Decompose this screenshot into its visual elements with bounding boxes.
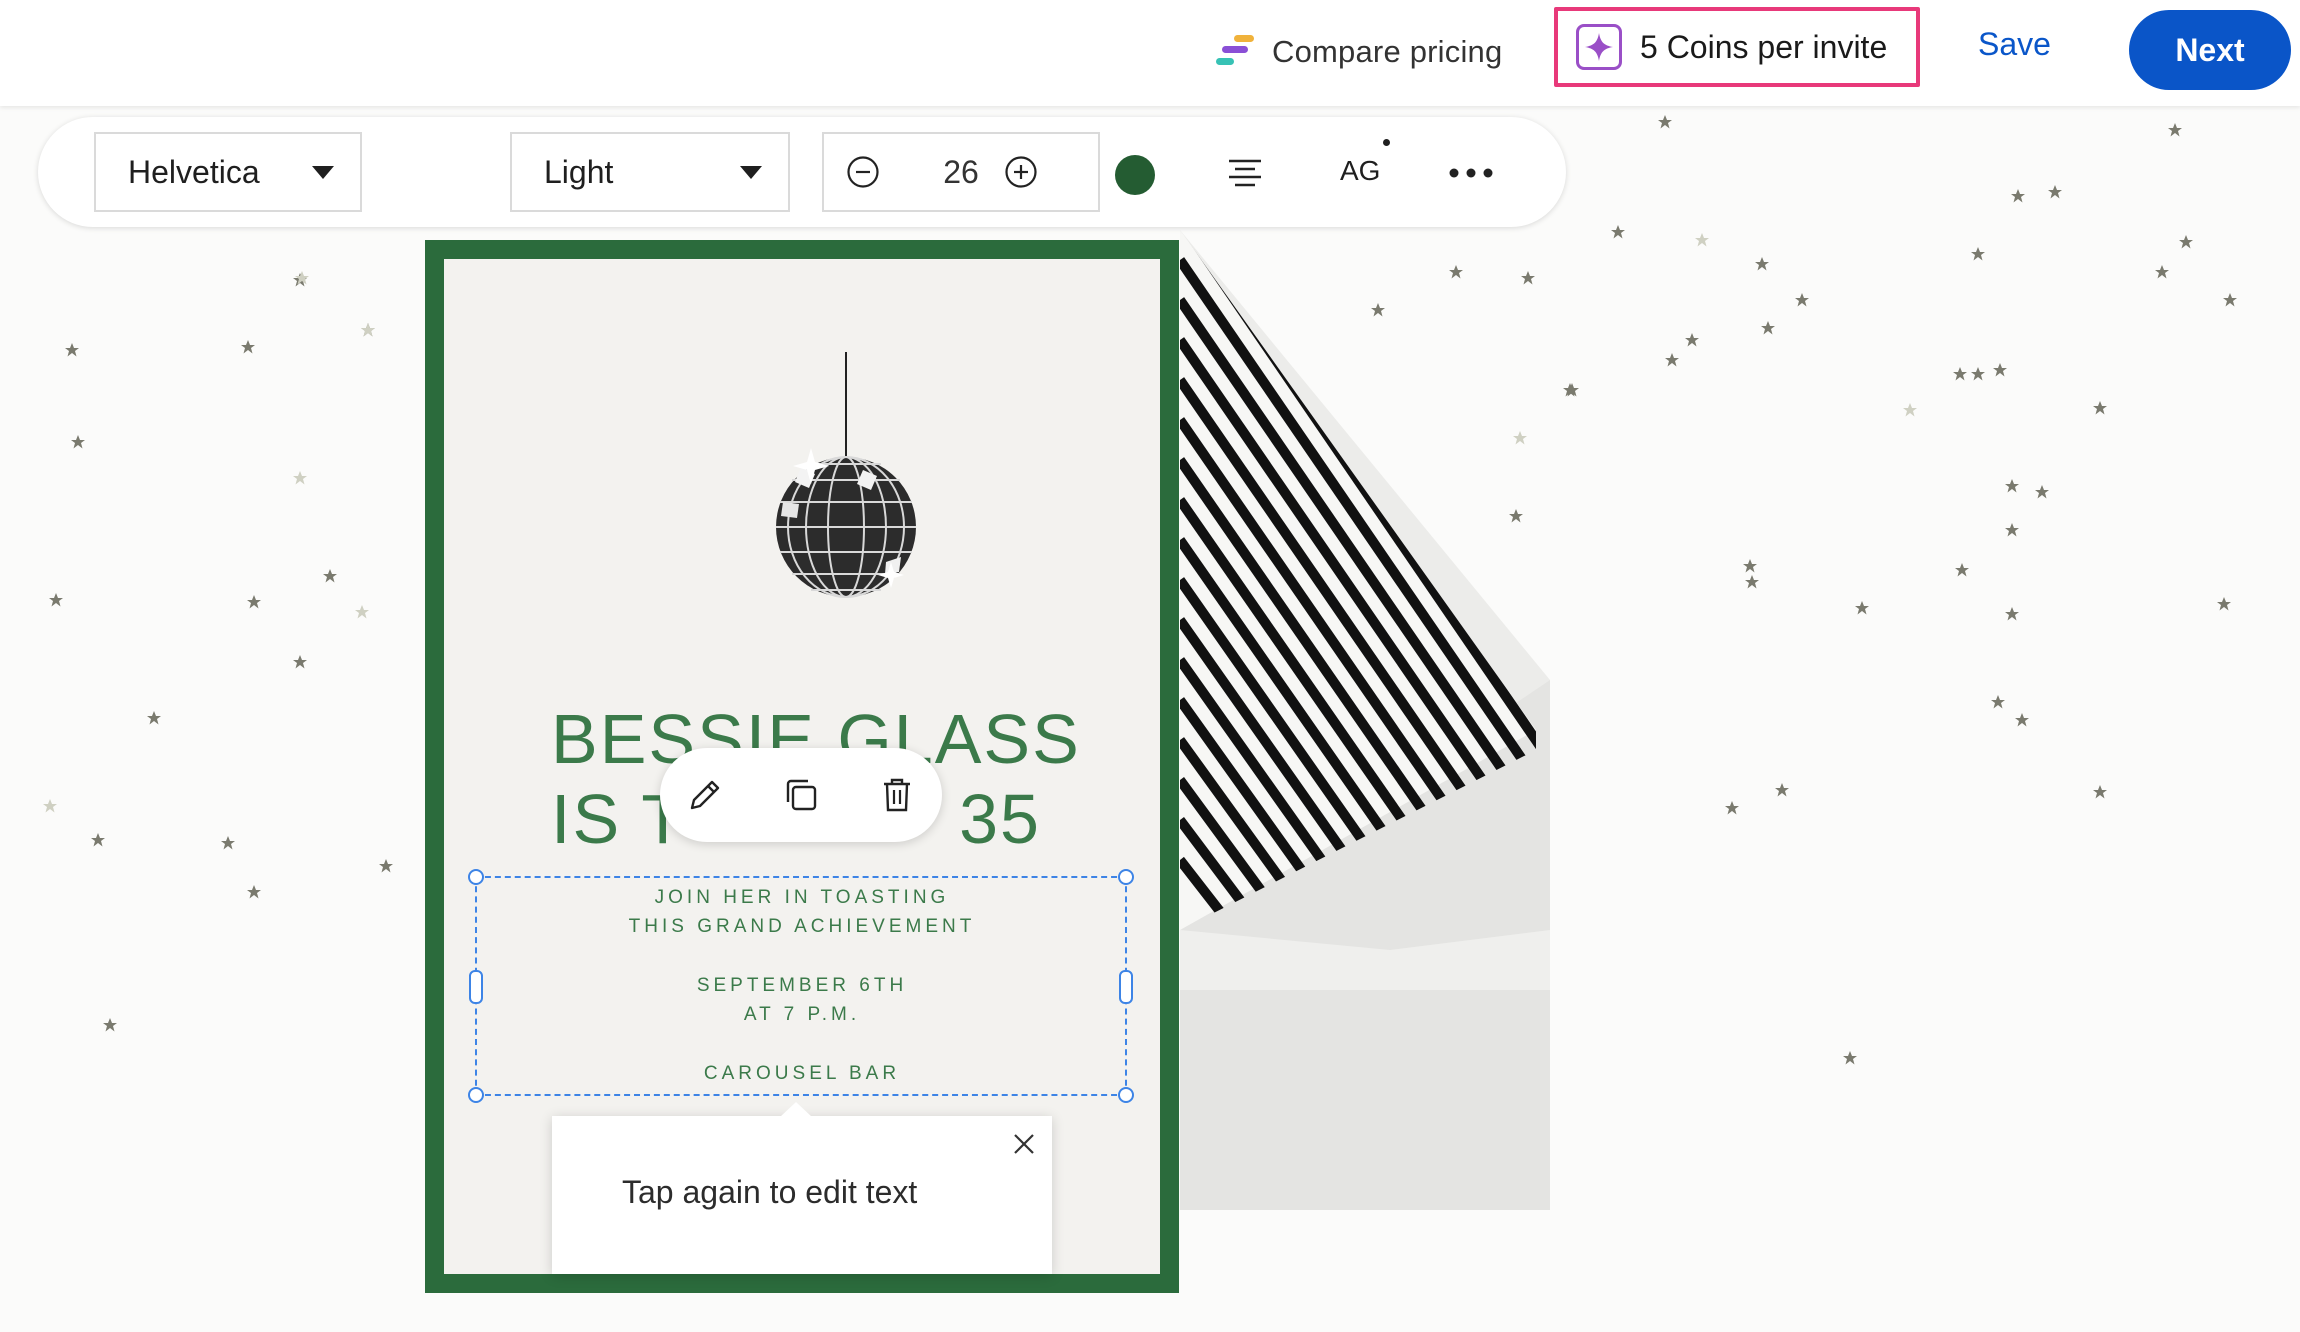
trash-delete-icon[interactable]	[876, 774, 918, 816]
top-header: Compare pricing 5 Coins per invite Save …	[0, 0, 2300, 106]
compare-pricing-link[interactable]: Compare pricing	[1212, 28, 1502, 76]
save-button[interactable]: Save	[1978, 26, 2051, 63]
resize-handle-bottom-right[interactable]	[1118, 1087, 1134, 1103]
plus-circle-icon[interactable]	[1004, 155, 1038, 189]
compare-pricing-label: Compare pricing	[1272, 34, 1503, 69]
resize-handle-left[interactable]	[469, 970, 483, 1004]
tooltip-arrow	[780, 1102, 812, 1117]
coins-per-invite-badge[interactable]: 5 Coins per invite	[1554, 7, 1920, 87]
text-selection-box[interactable]	[468, 869, 1134, 1103]
more-options-icon[interactable]	[1448, 167, 1494, 179]
font-family-value: Helvetica	[128, 153, 260, 190]
align-center-icon[interactable]	[1227, 157, 1263, 189]
font-weight-value: Light	[544, 153, 614, 190]
close-icon[interactable]	[1010, 1130, 1038, 1158]
font-weight-select[interactable]: Light	[510, 132, 790, 212]
resize-handle-top-right[interactable]	[1118, 869, 1134, 885]
disco-ball-icon	[776, 352, 916, 598]
pencil-edit-icon[interactable]	[684, 774, 726, 816]
chevron-down-icon	[740, 166, 762, 179]
pricing-bars-icon	[1216, 35, 1254, 65]
resize-handle-top-left[interactable]	[468, 869, 484, 885]
resize-handle-bottom-left[interactable]	[468, 1087, 484, 1103]
resize-handle-right[interactable]	[1119, 970, 1133, 1004]
text-case-button[interactable]: AG	[1340, 155, 1380, 187]
font-size-value[interactable]: 26	[824, 154, 1098, 191]
edit-hint-tooltip: Tap again to edit text	[552, 1102, 1052, 1274]
sparkle-icon	[1576, 24, 1622, 70]
font-size-stepper: 26	[822, 132, 1100, 212]
case-indicator-dot	[1383, 139, 1390, 146]
duplicate-icon[interactable]	[780, 774, 822, 816]
text-color-swatch[interactable]	[1115, 155, 1155, 195]
envelope-image	[1180, 230, 1550, 1210]
coins-label: 5 Coins per invite	[1640, 28, 1888, 65]
text-format-toolbar: Helvetica Light 26 AG	[38, 117, 1566, 227]
font-family-select[interactable]: Helvetica	[94, 132, 362, 212]
headline-line-2-end: 35	[959, 780, 1041, 858]
element-actions-pill	[660, 748, 942, 842]
chevron-down-icon	[312, 166, 334, 179]
next-button[interactable]: Next	[2129, 10, 2291, 90]
tooltip-text: Tap again to edit text	[622, 1174, 918, 1210]
